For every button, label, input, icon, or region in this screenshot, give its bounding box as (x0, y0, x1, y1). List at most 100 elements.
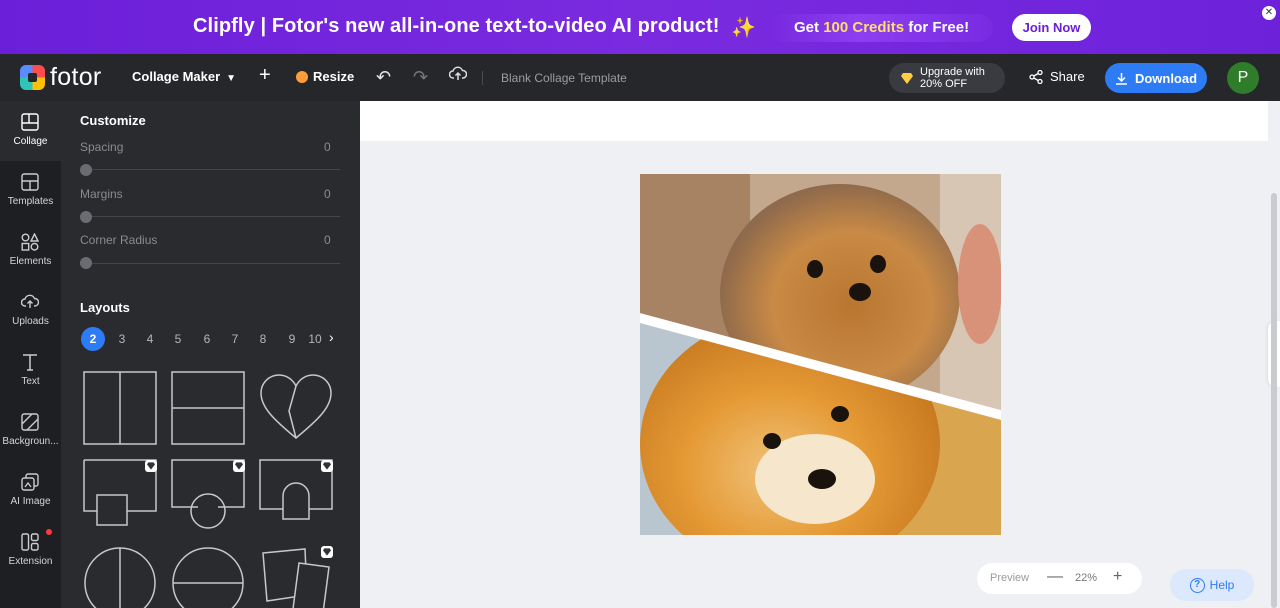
layout-thumb-circle-split[interactable] (83, 545, 157, 608)
extension-icon (21, 533, 39, 551)
cloud-upload-icon[interactable] (448, 66, 468, 87)
share-button[interactable]: Share (1029, 69, 1085, 84)
sparkle-icon: ✨ (731, 17, 756, 39)
chevron-down-icon: ▼ (226, 73, 237, 84)
resize-premium-icon (296, 70, 308, 83)
layout-count-8[interactable]: 8 (251, 327, 275, 351)
download-button[interactable]: Download (1105, 63, 1207, 93)
premium-badge (233, 460, 245, 472)
layout-thumb-heart[interactable] (259, 371, 333, 445)
rail-item-templates[interactable]: Templates (0, 161, 61, 221)
diamond-icon (901, 72, 913, 84)
resize-button[interactable]: Resize (296, 69, 354, 84)
zoom-in-button[interactable]: + (1113, 568, 1122, 586)
rail-label: Uploads (12, 316, 49, 327)
uploads-icon (21, 294, 39, 308)
upgrade-button[interactable]: Upgrade with 20% OFF (889, 63, 1005, 93)
fotor-logo[interactable]: fotor (20, 65, 102, 90)
notification-badge (46, 529, 52, 535)
layout-count-2[interactable]: 2 (81, 327, 105, 351)
layout-count-10[interactable]: 10 (306, 327, 324, 351)
collage-maker-label: Collage Maker (132, 69, 221, 84)
rail-item-collage[interactable]: Collage (0, 101, 61, 161)
rail-label: Elements (9, 256, 52, 267)
layout-thumb-vertical-split[interactable] (83, 371, 157, 445)
layout-count-5[interactable]: 5 (166, 327, 190, 351)
help-icon: ? (1189, 577, 1205, 593)
layout-count-9[interactable]: 9 (280, 327, 304, 351)
undo-icon[interactable]: ↶ (376, 67, 391, 88)
spacing-slider-handle[interactable] (80, 164, 92, 176)
diamond-icon (323, 548, 331, 556)
margins-label: Margins (80, 187, 123, 201)
download-icon (1115, 72, 1127, 85)
rail-label: AI Image (10, 496, 51, 507)
left-rail: Collage Templates Elements Uploads Text … (0, 101, 61, 608)
background-icon (21, 413, 39, 431)
spacing-slider[interactable] (80, 169, 340, 170)
rail-item-background[interactable]: Backgroun... (0, 401, 61, 461)
corner-radius-slider[interactable] (80, 263, 340, 264)
rail-item-ai-image[interactable]: AI Image (0, 461, 61, 521)
rail-item-text[interactable]: Text (0, 341, 61, 401)
layout-count-6[interactable]: 6 (195, 327, 219, 351)
layout-thumb-circle-horizontal[interactable] (171, 545, 245, 608)
ai-image-icon (21, 473, 39, 491)
rail-item-extension[interactable]: Extension (0, 521, 61, 581)
spacing-label: Spacing (80, 140, 124, 154)
rail-label: Backgroun... (2, 436, 59, 447)
templates-icon (21, 173, 39, 191)
elements-icon (21, 233, 39, 251)
avatar[interactable]: P (1227, 62, 1259, 94)
redo-icon[interactable]: ↷ (413, 67, 428, 88)
margins-value: 0 (324, 187, 331, 201)
rail-label: Extension (8, 556, 53, 567)
document-title[interactable]: Blank Collage Template (501, 71, 627, 85)
customize-title: Customize (80, 113, 146, 128)
top-toolbar: fotor Collage Maker ▼ + Resize ↶ ↷ Blank … (0, 54, 1280, 101)
upgrade-text: Upgrade with 20% OFF (920, 66, 985, 90)
rail-label: Templates (7, 196, 54, 207)
rail-label: Text (21, 376, 40, 387)
collage-icon (21, 113, 39, 131)
layout-count-4[interactable]: 4 (138, 327, 162, 351)
spacing-value: 0 (324, 140, 331, 154)
layout-count-3[interactable]: 3 (110, 327, 134, 351)
collage-maker-menu[interactable]: Collage Maker ▼ (132, 69, 236, 84)
chevron-right-icon[interactable]: › (329, 329, 334, 345)
join-now-button[interactable]: Join Now (1012, 14, 1091, 41)
help-button[interactable]: ? Help (1170, 569, 1254, 601)
corner-radius-label: Corner Radius (80, 233, 158, 247)
rail-item-elements[interactable]: Elements (0, 221, 61, 281)
credits-offer[interactable]: Get 100 Credits for Free! (770, 14, 994, 42)
layout-count-7[interactable]: 7 (223, 327, 247, 351)
preview-button[interactable]: Preview (990, 572, 1029, 584)
diamond-icon (147, 462, 155, 470)
zoom-out-button[interactable]: — (1047, 568, 1063, 586)
zoom-controls: Preview — 22% + (977, 563, 1142, 594)
premium-badge (321, 546, 333, 558)
zoom-level[interactable]: 22% (1075, 572, 1097, 584)
diamond-icon (235, 462, 243, 470)
help-label: Help (1209, 578, 1235, 592)
add-button[interactable]: + (259, 64, 271, 87)
corner-radius-slider-handle[interactable] (80, 257, 92, 269)
corner-radius-value: 0 (324, 233, 331, 247)
text-icon (23, 354, 37, 371)
rail-item-uploads[interactable]: Uploads (0, 281, 61, 341)
promo-banner: Clipfly | Fotor's new all-in-one text-to… (0, 0, 1280, 54)
premium-badge (321, 460, 333, 472)
rail-label: Collage (13, 136, 48, 147)
collage-canvas[interactable] (640, 174, 1001, 535)
margins-slider[interactable] (80, 216, 340, 217)
canvas-scrollbar[interactable] (1271, 193, 1277, 608)
share-icon (1029, 69, 1043, 84)
canvas-top-bar (360, 101, 1268, 141)
close-icon[interactable]: ✕ (1262, 6, 1276, 20)
layouts-title: Layouts (80, 300, 130, 315)
layout-thumb-horizontal-split[interactable] (171, 371, 245, 445)
collage-panel: Customize Spacing 0 Margins 0 Corner Rad… (61, 101, 360, 608)
margins-slider-handle[interactable] (80, 211, 92, 223)
toolbar-divider (482, 71, 483, 85)
diamond-icon (323, 462, 331, 470)
